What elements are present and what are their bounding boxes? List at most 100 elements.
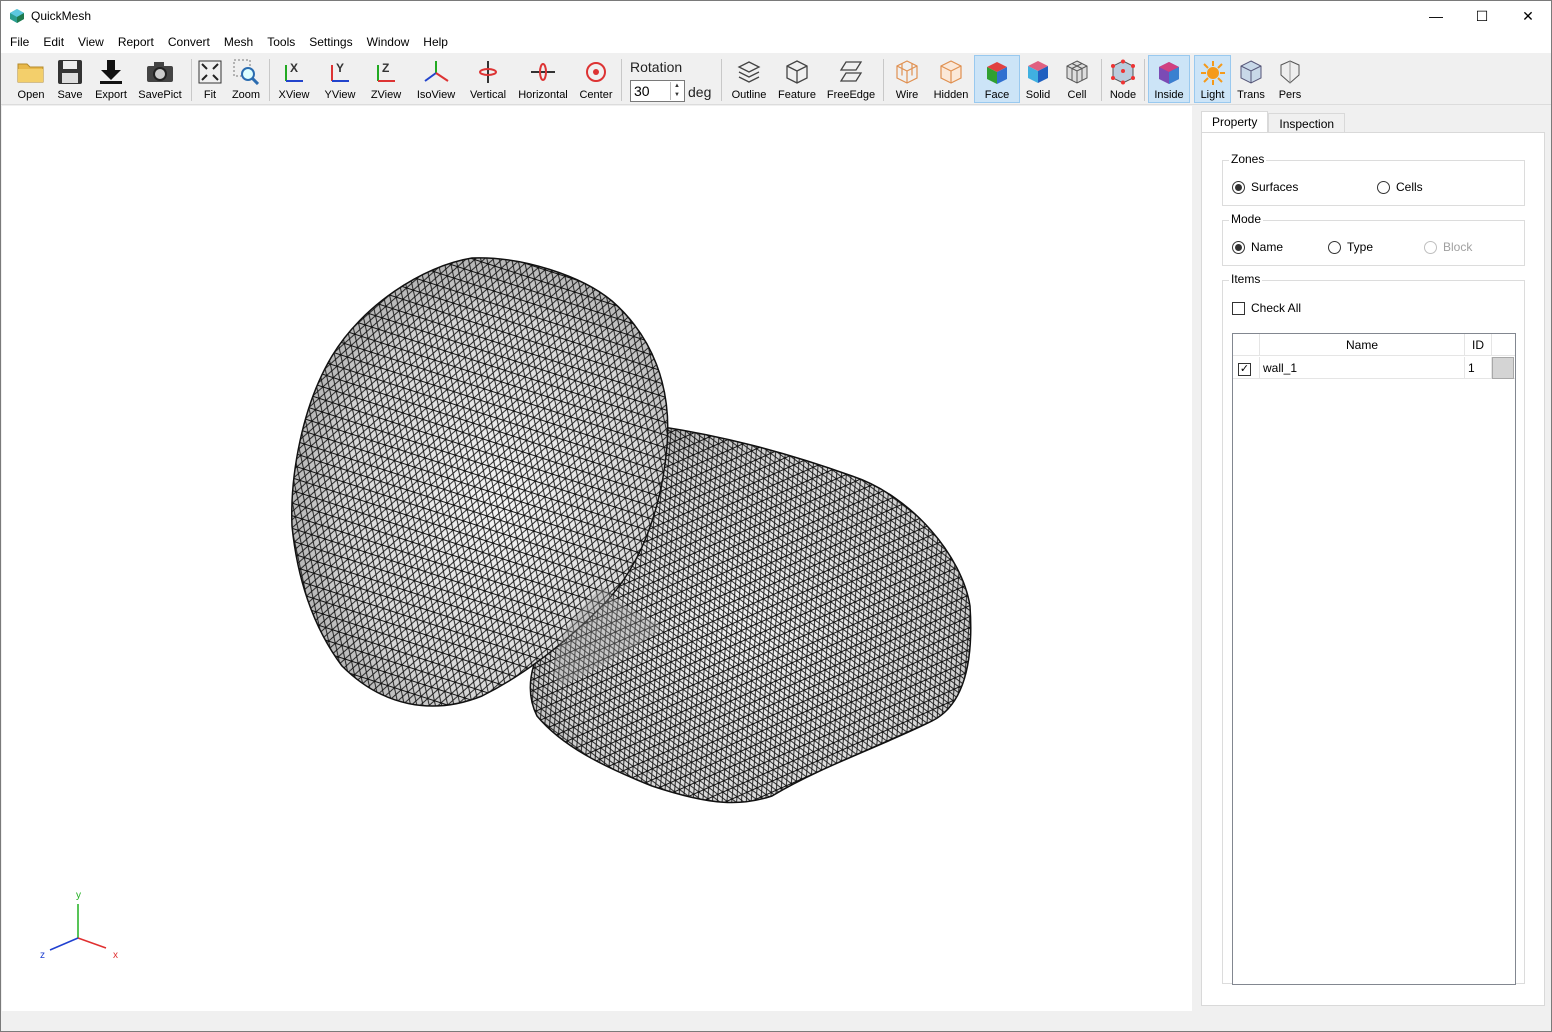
radio-name-label: Name: [1251, 240, 1284, 254]
toolbar-separator: [721, 59, 722, 101]
menu-window[interactable]: Window: [360, 31, 417, 53]
zview-button[interactable]: Z ZView: [367, 55, 405, 103]
color-swatch[interactable]: [1492, 357, 1514, 379]
maximize-button[interactable]: ☐: [1459, 1, 1505, 31]
yview-label: YView: [324, 89, 356, 101]
radio-surfaces[interactable]: Surfaces: [1232, 180, 1298, 194]
isoview-icon: [424, 61, 449, 82]
app-window: QuickMesh — ☐ ✕ File Edit View Report Co…: [0, 0, 1552, 1032]
yview-button[interactable]: Y YView: [321, 55, 359, 103]
horizontal-label: Horizontal: [518, 89, 568, 101]
center-button[interactable]: Center: [577, 55, 615, 103]
col-id[interactable]: ID: [1465, 334, 1492, 356]
menu-mesh[interactable]: Mesh: [217, 31, 260, 53]
savepict-label: SavePict: [138, 89, 182, 101]
pers-label: Pers: [1278, 89, 1302, 101]
toolbar-separator: [269, 59, 270, 101]
hidden-button[interactable]: Hidden: [931, 55, 971, 103]
center-icon: [586, 62, 606, 82]
menu-tools[interactable]: Tools: [260, 31, 302, 53]
toolbar-separator: [621, 59, 622, 101]
menu-edit[interactable]: Edit: [36, 31, 71, 53]
outline-button[interactable]: Outline: [729, 55, 769, 103]
svg-text:Y: Y: [336, 61, 344, 75]
rotation-value: 30: [634, 83, 650, 99]
xview-button[interactable]: X XView: [275, 55, 313, 103]
3d-viewport[interactable]: y x z: [2, 106, 1192, 1011]
export-button[interactable]: Export: [91, 55, 131, 103]
zview-label: ZView: [370, 89, 402, 101]
light-button[interactable]: Light: [1194, 55, 1231, 103]
col-check: [1233, 334, 1260, 356]
feature-button[interactable]: Feature: [775, 55, 819, 103]
minimize-button[interactable]: —: [1413, 1, 1459, 31]
menu-file[interactable]: File: [3, 31, 36, 53]
check-all-checkbox[interactable]: Check All: [1232, 301, 1301, 315]
save-label: Save: [57, 89, 83, 101]
zones-title: Zones: [1229, 152, 1267, 166]
freeedge-button[interactable]: FreeEdge: [825, 55, 877, 103]
fit-button[interactable]: Fit: [196, 55, 224, 103]
inside-label: Inside: [1154, 89, 1184, 101]
menu-view[interactable]: View: [71, 31, 111, 53]
face-label: Face: [984, 89, 1010, 101]
horizontal-button[interactable]: Horizontal: [515, 55, 571, 103]
row-checkbox[interactable]: ✓: [1233, 357, 1260, 379]
rotation-input[interactable]: 30 ▲ ▼: [630, 80, 685, 102]
feature-label: Feature: [778, 89, 816, 101]
fit-label: Fit: [203, 89, 217, 101]
toolbar-separator: [1101, 59, 1102, 101]
trans-button[interactable]: Trans: [1233, 55, 1269, 103]
col-name[interactable]: Name: [1260, 334, 1465, 356]
menu-report[interactable]: Report: [111, 31, 161, 53]
radio-name[interactable]: Name: [1232, 240, 1283, 254]
cell-icon: [1066, 60, 1088, 84]
radio-cells[interactable]: Cells: [1377, 180, 1423, 194]
zones-group: Zones Surfaces Cells: [1222, 152, 1525, 206]
center-label: Center: [579, 89, 613, 101]
tab-property[interactable]: Property: [1201, 111, 1269, 134]
menu-settings[interactable]: Settings: [302, 31, 359, 53]
svg-text:Z: Z: [382, 61, 389, 75]
cell-button[interactable]: Cell: [1059, 55, 1095, 103]
rotation-spinner[interactable]: ▲ ▼: [670, 82, 683, 100]
solid-button[interactable]: Solid: [1021, 55, 1055, 103]
open-button[interactable]: Open: [13, 55, 49, 103]
radio-type[interactable]: Type: [1328, 240, 1373, 254]
face-button[interactable]: Face: [974, 55, 1020, 103]
xview-label: XView: [278, 89, 310, 101]
toolbar-separator: [883, 59, 884, 101]
vertical-button[interactable]: Vertical: [467, 55, 509, 103]
folder-icon: [17, 63, 44, 83]
status-bar: [1, 1013, 1551, 1031]
axis-z-label: z: [40, 950, 45, 961]
axis-x-label: x: [113, 950, 118, 961]
save-button[interactable]: Save: [53, 55, 87, 103]
row-color[interactable]: [1492, 357, 1515, 379]
table-row[interactable]: ✓ wall_1 1: [1233, 357, 1515, 379]
trans-label: Trans: [1237, 89, 1265, 101]
zoom-icon: [233, 59, 259, 85]
radio-type-label: Type: [1347, 240, 1374, 254]
zoom-button[interactable]: Zoom: [229, 55, 263, 103]
menu-convert[interactable]: Convert: [161, 31, 217, 53]
property-tab-body: Zones Surfaces Cells Mode Name Type Bloc…: [1201, 132, 1545, 1006]
hidden-icon: [940, 60, 962, 84]
pers-button[interactable]: Pers: [1273, 55, 1307, 103]
mesh-render: y x z: [40, 257, 972, 961]
zview-icon: Z: [377, 61, 395, 82]
check-all-label: Check All: [1251, 301, 1302, 315]
savepict-button[interactable]: SavePict: [137, 55, 183, 103]
close-button[interactable]: ✕: [1505, 1, 1551, 31]
window-title: QuickMesh: [31, 9, 92, 23]
wire-button[interactable]: Wire: [889, 55, 925, 103]
menu-help[interactable]: Help: [416, 31, 455, 53]
inside-button[interactable]: Inside: [1148, 55, 1190, 103]
isoview-button[interactable]: IsoView: [413, 55, 459, 103]
property-panel: Property Inspection Zones Surfaces Cells…: [1201, 111, 1545, 1006]
free-edge-icon: [839, 61, 863, 82]
check-icon: ✓: [1238, 363, 1251, 376]
inside-icon: [1159, 61, 1179, 84]
node-button[interactable]: Node: [1105, 55, 1141, 103]
menu-bar: File Edit View Report Convert Mesh Tools…: [1, 31, 1551, 53]
